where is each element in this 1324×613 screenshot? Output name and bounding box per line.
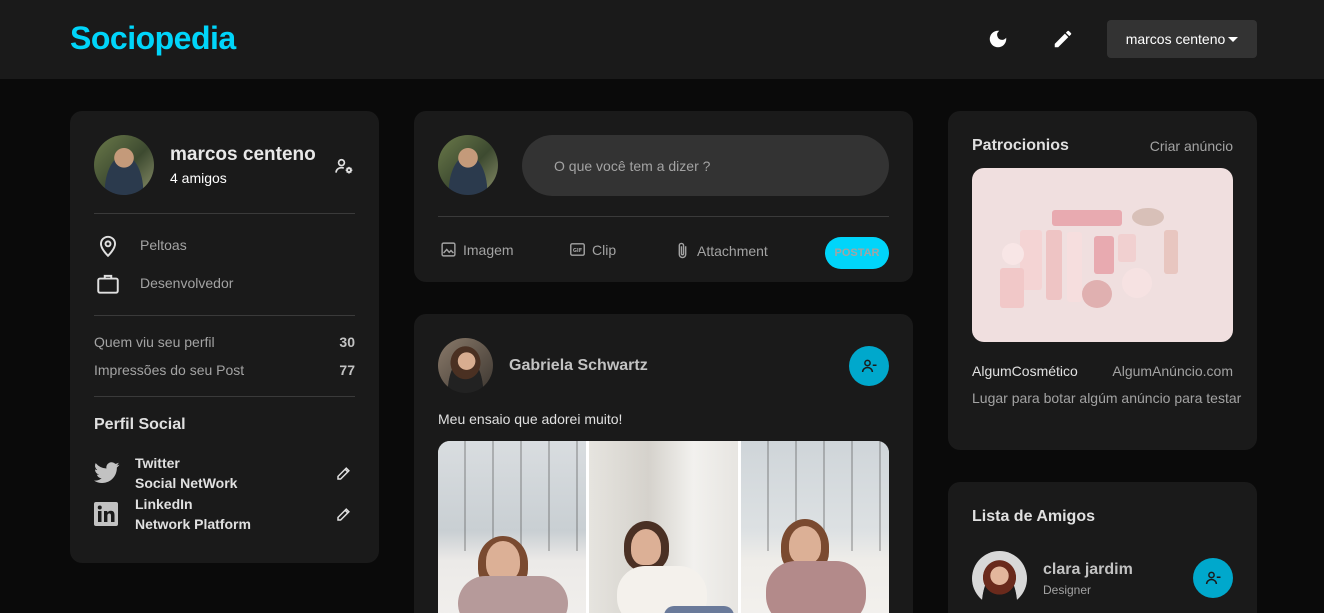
post-description: Meu ensaio que adorei muito! bbox=[438, 411, 623, 427]
person-remove-icon bbox=[1205, 571, 1221, 585]
ad-description: Lugar para botar algúm anúncio para test… bbox=[972, 390, 1242, 406]
location-icon bbox=[94, 232, 122, 260]
linkedin-subtitle: Network Platform bbox=[135, 516, 251, 532]
post-input[interactable] bbox=[522, 135, 889, 196]
profile-card: marcos centeno 4 amigos Peltoas Desenvol… bbox=[70, 111, 379, 563]
twitter-icon bbox=[94, 461, 120, 485]
sponsored-title: Patrocionios bbox=[972, 137, 1069, 154]
profile-views-label: Quem viu seu perfil bbox=[94, 334, 215, 350]
feed-post-card: Gabriela Schwartz Meu ensaio que adorei … bbox=[414, 314, 913, 613]
person-remove-icon bbox=[861, 359, 877, 373]
photo-panel bbox=[438, 441, 587, 613]
divider bbox=[94, 213, 355, 214]
divider bbox=[438, 216, 889, 217]
ad-image[interactable] bbox=[972, 168, 1233, 342]
briefcase-icon bbox=[94, 270, 122, 298]
post-impressions-label: Impressões do seu Post bbox=[94, 362, 245, 378]
chevron-down-icon bbox=[1228, 36, 1239, 42]
twitter-subtitle: Social NetWork bbox=[135, 475, 238, 491]
avatar[interactable] bbox=[94, 135, 154, 195]
svg-text:GIF: GIF bbox=[573, 248, 582, 254]
ad-brand-name: AlgumCosmético bbox=[972, 363, 1078, 379]
linkedin-icon bbox=[94, 502, 118, 526]
edit-icon[interactable] bbox=[333, 503, 355, 525]
user-select-label: marcos centeno bbox=[1125, 31, 1226, 47]
brand-logo[interactable]: Sociopedia bbox=[70, 20, 236, 57]
avatar[interactable] bbox=[972, 551, 1027, 606]
divider bbox=[94, 396, 355, 397]
remove-friend-button[interactable] bbox=[849, 346, 889, 386]
post-image[interactable] bbox=[438, 441, 889, 613]
ad-url[interactable]: AlgumAnúncio.com bbox=[1112, 363, 1233, 379]
social-profile-title: Perfil Social bbox=[94, 416, 186, 433]
linkedin-label: LinkedIn bbox=[135, 496, 193, 512]
post-button[interactable]: POSTAR bbox=[825, 237, 889, 269]
post-author-name[interactable]: Gabriela Schwartz bbox=[509, 357, 648, 375]
edit-icon[interactable] bbox=[1050, 26, 1076, 52]
occupation-text: Desenvolvedor bbox=[140, 275, 234, 291]
gif-icon: GIF bbox=[570, 243, 585, 256]
remove-friend-button[interactable] bbox=[1193, 558, 1233, 598]
edit-icon[interactable] bbox=[333, 462, 355, 484]
post-creator-card: Imagem GIF Clip Attachment POSTAR bbox=[414, 111, 913, 282]
friend-name[interactable]: clara jardim bbox=[1043, 561, 1133, 579]
avatar[interactable] bbox=[438, 135, 498, 195]
friends-list-card: Lista de Amigos clara jardim Designer bbox=[948, 482, 1257, 613]
clip-button[interactable]: GIF Clip bbox=[569, 241, 616, 258]
manage-account-icon[interactable] bbox=[333, 155, 355, 177]
photo-panel bbox=[740, 441, 889, 613]
attachment-button[interactable]: Attachment bbox=[674, 241, 768, 260]
profile-friends-count: 4 amigos bbox=[170, 170, 227, 186]
navbar: Sociopedia marcos centeno bbox=[0, 0, 1324, 79]
divider bbox=[94, 315, 355, 316]
clip-button-label: Clip bbox=[592, 241, 617, 258]
twitter-label: Twitter bbox=[135, 455, 180, 471]
friend-role: Designer bbox=[1043, 583, 1092, 597]
location-text: Peltoas bbox=[140, 237, 187, 253]
sponsored-card: Patrocionios Criar anúncio AlgumCosmétic… bbox=[948, 111, 1257, 450]
attachment-button-label: Attachment bbox=[697, 242, 768, 259]
image-button-label: Imagem bbox=[463, 241, 514, 258]
post-impressions-value: 77 bbox=[339, 362, 355, 378]
moon-icon[interactable] bbox=[985, 26, 1011, 52]
avatar[interactable] bbox=[438, 338, 493, 393]
photo-panel bbox=[589, 441, 738, 613]
image-button[interactable]: Imagem bbox=[440, 241, 514, 258]
paperclip-icon bbox=[678, 242, 687, 259]
user-select[interactable]: marcos centeno bbox=[1107, 20, 1257, 58]
create-ad-link[interactable]: Criar anúncio bbox=[1150, 138, 1233, 154]
profile-views-value: 30 bbox=[339, 334, 355, 350]
profile-name[interactable]: marcos centeno bbox=[170, 144, 316, 166]
friends-list-title: Lista de Amigos bbox=[972, 508, 1095, 525]
image-icon bbox=[441, 242, 456, 257]
